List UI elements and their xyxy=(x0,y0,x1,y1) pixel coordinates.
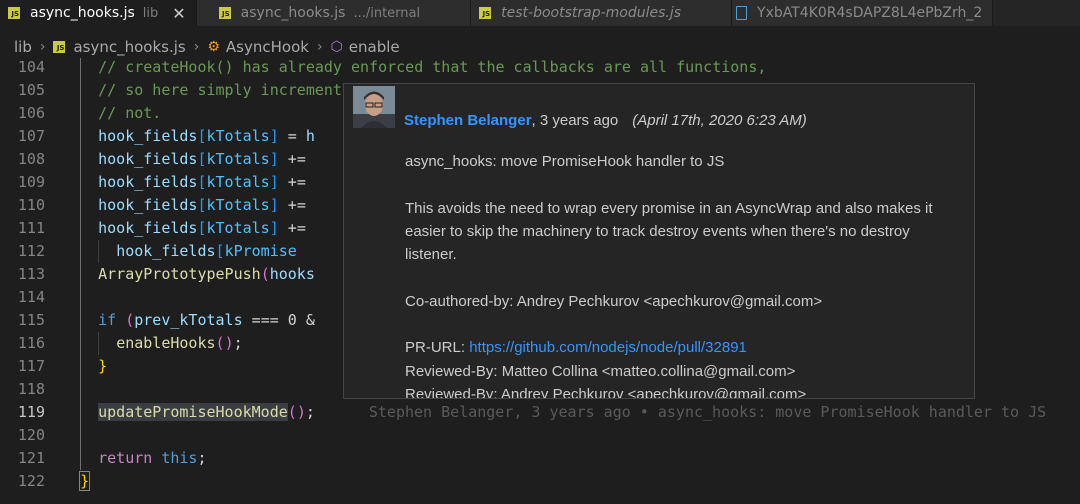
reviewed-by-line: Reviewed-By: Matteo Collina <matteo.coll… xyxy=(405,362,796,380)
code-text: updatePromiseHookMode(); Stephen Belanger… xyxy=(98,403,1047,421)
code-text: // createHook() has already enforced tha… xyxy=(62,58,767,76)
line-number: 114 xyxy=(17,288,45,306)
tab-yxbat4k0r4sdapz8l4epbzrh[interactable]: YxbAT4K0R4sDAPZ8L4ePbZrh_2 xyxy=(732,0,994,26)
code-text: if (prev_kTotals === 0 & xyxy=(98,311,315,329)
commit-body: This avoids the need to wrap every promi… xyxy=(405,199,933,264)
inline-blame-annotation[interactable]: Stephen Belanger, 3 years ago • async_ho… xyxy=(369,403,1046,421)
code-text: hook_fields[kPromise xyxy=(116,242,297,260)
line-number: 104 xyxy=(17,58,45,76)
tab-description: .../internal xyxy=(353,5,421,21)
code-text: // not. xyxy=(62,104,162,122)
tab-label: async_hooks.js xyxy=(240,5,346,21)
code-line[interactable]: 122 } xyxy=(0,470,1080,493)
tab-test-bootstrap-modules[interactable]: JS test-bootstrap-modules.js xyxy=(471,0,733,26)
tab-label: test-bootstrap-modules.js xyxy=(501,5,682,21)
code-text: // so here simply increment xyxy=(62,81,342,99)
tab-async-hooks-lib[interactable]: JS async_hooks.js lib ✕ xyxy=(0,0,197,26)
breadcrumb-class[interactable]: AsyncHook xyxy=(226,38,309,56)
method-symbol-icon: ⬡ xyxy=(330,39,343,55)
line-number: 118 xyxy=(17,380,45,398)
code-text: enableHooks(); xyxy=(116,334,243,352)
line-number: 120 xyxy=(17,426,45,444)
line-number: 105 xyxy=(17,81,45,99)
commit-header: Stephen Belanger, 3 years ago (April 17th… xyxy=(404,112,807,129)
line-number: 111 xyxy=(17,219,45,237)
code-line[interactable]: 119 updatePromiseHookMode(); Stephen Bela… xyxy=(0,401,1080,424)
line-number: 106 xyxy=(17,104,45,122)
breadcrumb-folder[interactable]: lib xyxy=(14,38,32,56)
code-text: } xyxy=(79,471,91,491)
line-number: 116 xyxy=(17,334,45,352)
file-icon xyxy=(736,6,748,20)
line-number: 115 xyxy=(17,311,45,329)
code-line[interactable]: 121 return this; xyxy=(0,447,1080,470)
chevron-right-icon: › xyxy=(316,39,323,55)
close-icon[interactable]: ✕ xyxy=(172,4,185,23)
line-number: 110 xyxy=(17,196,45,214)
line-number: 113 xyxy=(17,265,45,283)
indent-guide xyxy=(80,378,82,401)
reviewed-by-line: Reviewed-By: Andrey Pechkurov <apechkuro… xyxy=(405,385,807,399)
javascript-file-icon: JS xyxy=(479,7,492,19)
commit-subject: async_hooks: move PromiseHook handler to… xyxy=(405,153,725,170)
pr-url-line: PR-URL: https://github.com/nodejs/node/p… xyxy=(405,336,965,359)
commit-message: async_hooks: move PromiseHook handler to… xyxy=(405,150,965,399)
chevron-right-icon: › xyxy=(193,39,200,55)
git-blame-hover: Stephen Belanger, 3 years ago (April 17th… xyxy=(343,83,975,399)
code-line[interactable]: 104 // createHook() has already enforced… xyxy=(0,58,1080,79)
line-number: 117 xyxy=(17,357,45,375)
tab-async-hooks-internal[interactable]: JS async_hooks.js .../internal xyxy=(196,0,472,26)
breadcrumb-file[interactable]: async_hooks.js xyxy=(73,38,185,56)
tab-bar: JS async_hooks.js lib ✕ JS async_hooks.j… xyxy=(0,0,1080,26)
javascript-file-icon: JS xyxy=(53,41,66,53)
breadcrumb-method[interactable]: enable xyxy=(349,38,400,56)
breadcrumb: lib › JS async_hooks.js › ⚙ AsyncHook › … xyxy=(0,36,400,58)
code-text: hook_fields[kTotals] += xyxy=(98,196,306,214)
tab-label: YxbAT4K0R4sDAPZ8L4ePbZrh_2 xyxy=(757,5,983,21)
line-number: 108 xyxy=(17,150,45,168)
code-line[interactable]: 120 xyxy=(0,424,1080,447)
line-number: 121 xyxy=(17,449,45,467)
line-number: 112 xyxy=(17,242,45,260)
code-text: return this; xyxy=(98,449,207,467)
tab-label: async_hooks.js xyxy=(30,5,135,21)
indent-guide xyxy=(80,286,82,309)
author-link[interactable]: Stephen Belanger xyxy=(404,112,532,129)
code-text: ArrayPrototypePush(hooks xyxy=(98,265,315,283)
code-text: hook_fields[kTotals] += xyxy=(98,173,306,191)
coauthor-line: Co-authored-by: Andrey Pechkurov <apechk… xyxy=(405,292,823,310)
line-number: 109 xyxy=(17,173,45,191)
relative-time: , 3 years ago xyxy=(531,112,619,129)
pr-url-link[interactable]: https://github.com/nodejs/node/pull/3289… xyxy=(469,339,747,356)
chevron-right-icon: › xyxy=(39,39,46,55)
code-text: hook_fields[kTotals] += xyxy=(98,219,306,237)
pr-url-label: PR-URL: xyxy=(405,339,470,357)
javascript-file-icon: JS xyxy=(218,7,231,19)
javascript-file-icon: JS xyxy=(8,7,20,19)
code-text: hook_fields[kTotals] = h xyxy=(98,127,315,145)
code-text: hook_fields[kTotals] += xyxy=(98,150,306,168)
indent-guide xyxy=(80,424,82,447)
tab-description: lib xyxy=(142,5,159,21)
code-text: } xyxy=(98,357,108,375)
author-avatar xyxy=(353,86,395,128)
line-number: 122 xyxy=(17,472,45,490)
class-symbol-icon: ⚙ xyxy=(207,39,220,55)
commit-date: (April 17th, 2020 6:23 AM) xyxy=(632,112,807,129)
line-number: 119 xyxy=(17,403,45,421)
line-number: 107 xyxy=(17,127,45,145)
